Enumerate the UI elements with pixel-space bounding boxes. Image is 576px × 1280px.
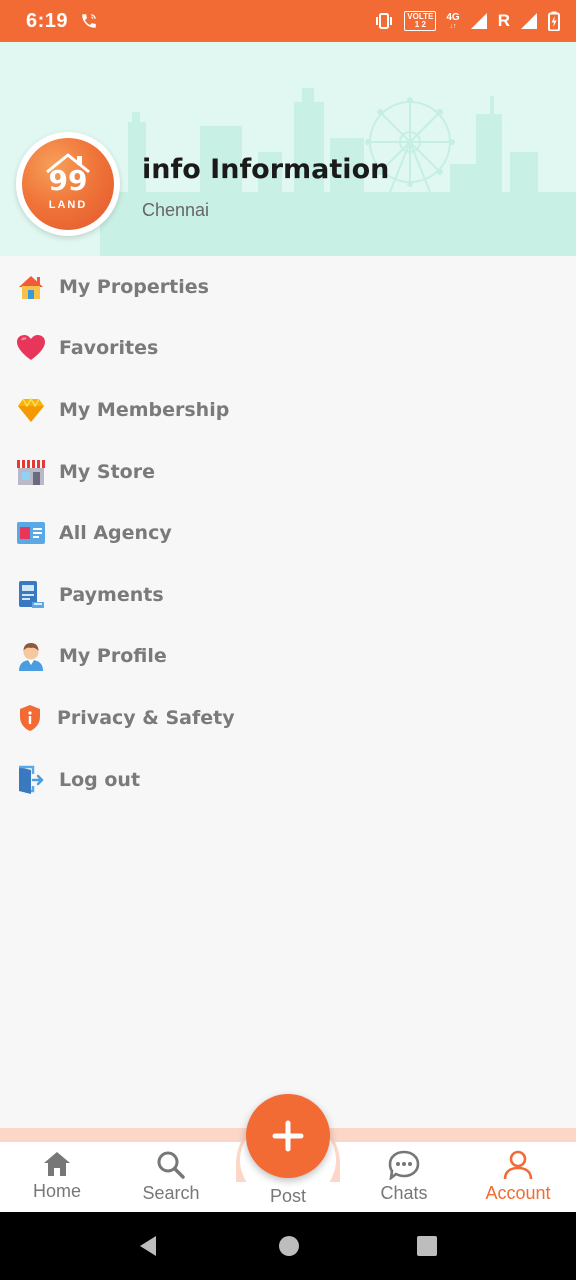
brand-logo: 99 LAND (22, 138, 114, 230)
nav-home[interactable]: Home (7, 1142, 107, 1212)
home-circle-icon[interactable] (277, 1234, 301, 1258)
wifi-call-icon (82, 14, 96, 28)
menu-label: Log out (59, 768, 141, 791)
logout-icon (16, 765, 46, 795)
status-time: 6:19 (26, 9, 69, 32)
plus-icon (272, 1120, 304, 1152)
status-bar: 6:19 VOLTE 1 2 4G ↓↑ R (0, 0, 576, 42)
person-icon (16, 641, 46, 672)
store-icon (16, 457, 46, 487)
diamond-icon (16, 395, 46, 425)
menu-label: Favorites (59, 337, 159, 360)
menu-label: My Profile (59, 645, 167, 668)
menu-label: Payments (59, 583, 164, 606)
nav-chats[interactable]: Chats (354, 1142, 454, 1212)
menu-label: All Agency (59, 522, 172, 545)
menu-item-all-agency[interactable]: All Agency (0, 502, 576, 564)
house-icon (16, 272, 46, 302)
menu-item-log-out[interactable]: Log out (0, 749, 576, 811)
signal-icon (470, 13, 487, 29)
system-nav-bar (0, 1212, 576, 1280)
heart-icon (16, 333, 46, 363)
agency-card-icon (16, 518, 46, 548)
menu-item-privacy-safety[interactable]: Privacy & Safety (0, 687, 576, 749)
recents-square-icon[interactable] (415, 1234, 439, 1258)
battery-icon (548, 11, 560, 31)
sim-label: 1 2 (414, 20, 426, 29)
menu-item-my-profile[interactable]: My Profile (0, 626, 576, 688)
vibrate-icon (376, 13, 393, 29)
avatar[interactable]: 99 LAND (16, 132, 120, 236)
search-icon (157, 1151, 185, 1179)
nav-search[interactable]: Search (121, 1142, 221, 1212)
menu-item-my-membership[interactable]: My Membership (0, 379, 576, 441)
roaming-indicator: R (497, 11, 510, 30)
profile-header: 99 LAND info Information Chennai (0, 42, 576, 256)
account-person-icon (503, 1150, 533, 1180)
volte-badge: VOLTE 1 2 (404, 11, 437, 31)
payment-icon (16, 580, 46, 610)
chat-bubble-icon (388, 1150, 420, 1180)
nav-search-label: Search (142, 1183, 200, 1203)
menu-item-favorites[interactable]: Favorites (0, 318, 576, 380)
menu-label: My Store (59, 460, 155, 483)
menu-label: My Properties (59, 275, 209, 298)
nav-account-label: Account (485, 1183, 551, 1203)
nav-account[interactable]: Account (468, 1142, 568, 1212)
shield-icon (16, 703, 44, 733)
data-arrows-icon: ↓↑ (449, 22, 457, 30)
post-fab-button[interactable] (246, 1094, 330, 1178)
user-name: info Information (142, 154, 390, 185)
house-roof-icon (46, 153, 90, 174)
nav-home-label: Home (32, 1181, 81, 1201)
network-label: 4G (446, 11, 460, 23)
back-triangle-icon[interactable] (136, 1234, 160, 1258)
signal-icon-2 (521, 13, 537, 29)
user-city: Chennai (142, 200, 210, 220)
logo-text: LAND (48, 199, 88, 211)
menu-item-my-properties[interactable]: My Properties (0, 256, 576, 318)
nav-chats-label: Chats (380, 1183, 428, 1203)
menu-item-my-store[interactable]: My Store (0, 441, 576, 503)
menu-item-payments[interactable]: Payments (0, 564, 576, 626)
status-icons: VOLTE 1 2 4G ↓↑ R (374, 11, 560, 31)
nav-post-label[interactable]: Post (238, 1186, 338, 1207)
account-menu: My Properties Favorites My Membership My… (0, 256, 576, 810)
menu-label: Privacy & Safety (57, 706, 235, 729)
home-icon (44, 1152, 70, 1176)
menu-label: My Membership (59, 398, 230, 421)
network-type: 4G ↓↑ (446, 11, 460, 30)
